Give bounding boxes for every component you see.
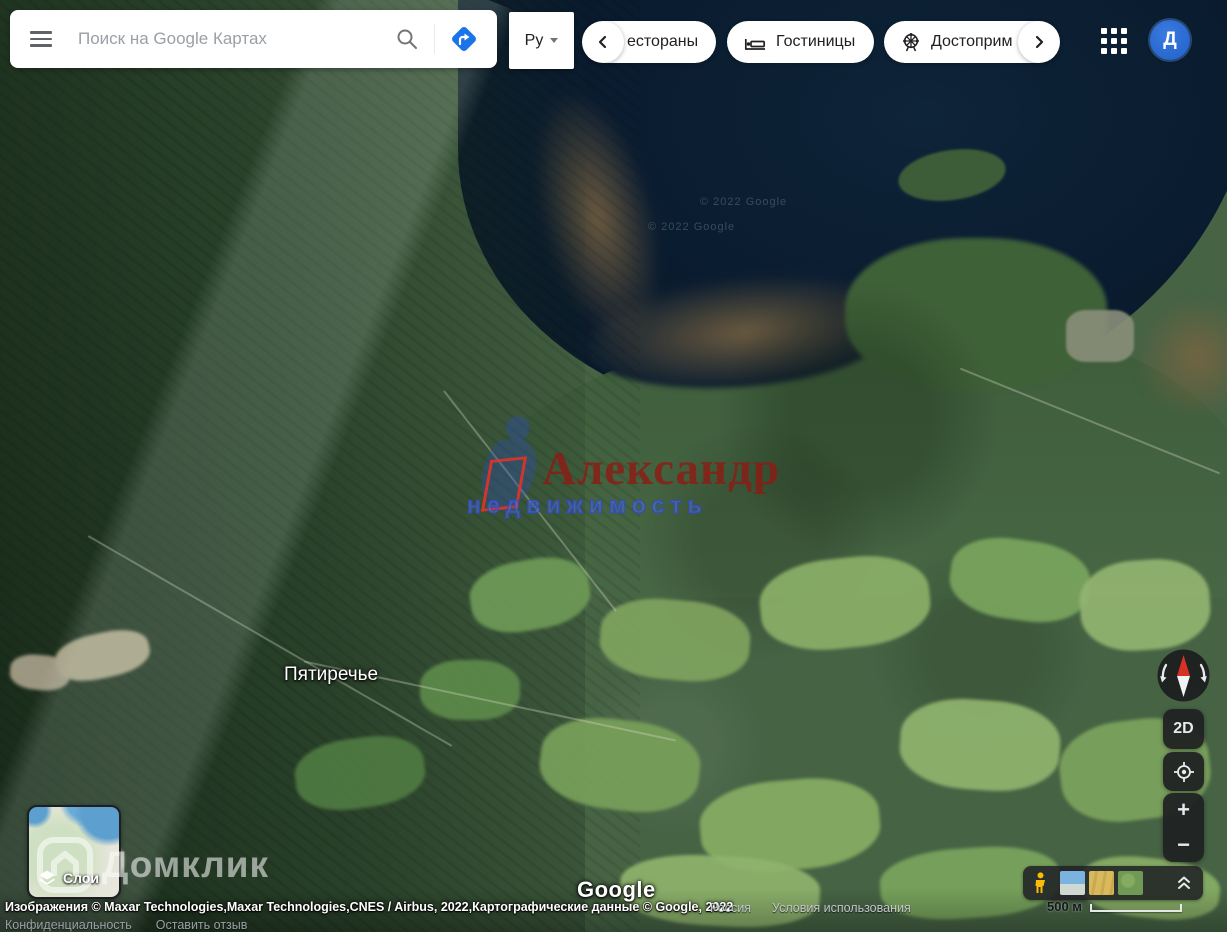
forward-chevron-icon xyxy=(1035,35,1044,49)
language-label: Ру xyxy=(524,31,544,49)
terrain-thumbnail[interactable] xyxy=(1089,871,1114,895)
chips-scroll-left-button[interactable] xyxy=(582,21,624,63)
chips-scroll-right-button[interactable] xyxy=(1018,21,1060,63)
compass-control[interactable] xyxy=(1156,648,1211,703)
imagery-thumbnail[interactable] xyxy=(1118,871,1143,895)
directions-button[interactable] xyxy=(445,20,483,58)
agency-watermark-title: Александр xyxy=(542,443,781,495)
map-scale: 500 м xyxy=(1047,899,1182,914)
menu-hamburger-icon[interactable] xyxy=(30,31,52,47)
attractions-ferris-wheel-icon xyxy=(903,33,919,52)
toggle-2d-button[interactable]: 2D xyxy=(1163,709,1204,749)
map-attribution: Изображения © Maxar Technologies,Maxar T… xyxy=(5,900,734,914)
privacy-link[interactable]: Конфиденциальность xyxy=(5,918,132,932)
feedback-link[interactable]: Оставить отзыв xyxy=(156,918,248,932)
my-location-icon xyxy=(1173,761,1194,782)
directions-icon xyxy=(452,27,476,51)
toolbar-divider xyxy=(434,24,435,54)
place-label-pyatirechye[interactable]: Пятиречье xyxy=(284,664,378,686)
agency-watermark-subtitle: недвижимость xyxy=(466,491,708,519)
domclick-watermark-text: Домклик xyxy=(102,844,270,885)
terms-link[interactable]: Условия использования xyxy=(772,901,911,915)
agency-watermark: Александр недвижимость xyxy=(462,408,782,523)
domclick-house-icon xyxy=(37,837,93,893)
chip-hotels[interactable]: Гостиницы xyxy=(727,21,874,63)
dropdown-caret-icon xyxy=(550,38,559,43)
zoom-control: + − xyxy=(1163,793,1204,862)
hotel-bed-icon xyxy=(744,39,766,50)
pegman-icon[interactable] xyxy=(1033,872,1048,894)
search-card xyxy=(10,10,497,68)
imagery-copyright: © 2022 Google xyxy=(648,221,736,233)
scale-label: 500 м xyxy=(1047,899,1082,914)
chip-attractions-label: Достоприм xyxy=(931,33,1013,50)
imagery-copyright: © 2022 Google xyxy=(700,196,788,208)
collapse-chevrons-icon xyxy=(1178,876,1190,889)
zoom-out-button[interactable]: − xyxy=(1163,828,1204,863)
account-avatar[interactable]: Д xyxy=(1150,20,1190,60)
my-location-button[interactable] xyxy=(1163,752,1204,791)
region-link[interactable]: Россия xyxy=(710,901,751,915)
streetview-thumbnail[interactable] xyxy=(1060,871,1085,895)
collapse-bar-button[interactable] xyxy=(1175,875,1193,891)
chip-hotels-label: Гостиницы xyxy=(776,33,856,50)
privacy-row: Конфиденциальность Оставить отзыв xyxy=(5,918,247,932)
avatar-letter: Д xyxy=(1163,29,1177,50)
chip-restaurants-label: естораны xyxy=(627,33,699,50)
zoom-in-button[interactable]: + xyxy=(1163,793,1204,828)
streetview-imagery-bar xyxy=(1023,866,1203,900)
google-apps-grid-icon[interactable] xyxy=(1101,28,1127,54)
toggle-2d-label: 2D xyxy=(1173,720,1194,737)
back-chevron-icon xyxy=(598,35,607,49)
search-icon xyxy=(397,29,417,49)
domclick-watermark: Домклик xyxy=(36,836,269,894)
scale-bar xyxy=(1089,904,1182,912)
search-input[interactable] xyxy=(78,29,390,49)
language-dropdown[interactable]: Ру xyxy=(509,12,574,69)
search-button[interactable] xyxy=(390,22,424,56)
